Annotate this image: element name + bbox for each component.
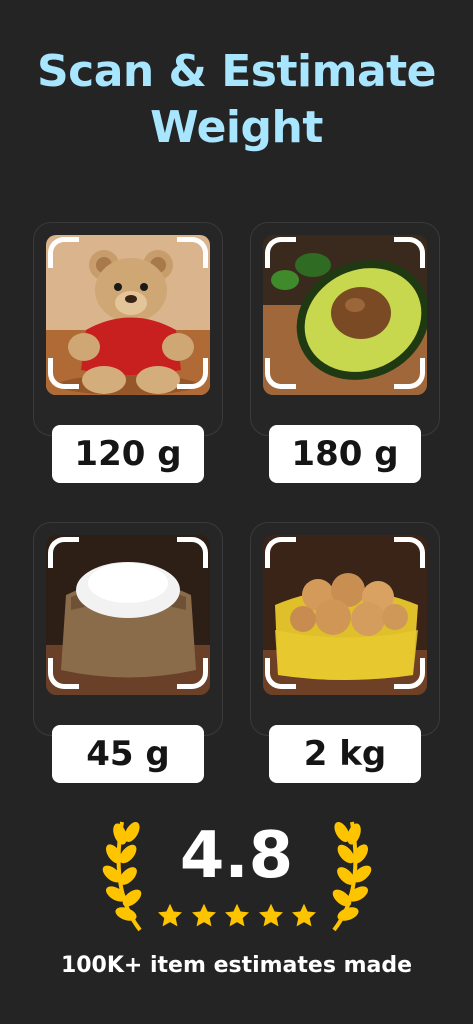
page-title: Scan & Estimate Weight (36, 46, 437, 153)
item-card-salt-sack: 45 g (33, 522, 223, 783)
scan-corner-icon (48, 537, 79, 568)
star-icon (224, 903, 250, 927)
scan-corner-icon (394, 537, 425, 568)
star-icon (258, 903, 283, 927)
scan-corner-icon (265, 237, 296, 268)
item-card-teddy-bear: 120 g (33, 222, 223, 483)
estimates-caption: 100K+ item estimates made (60, 953, 413, 978)
weight-label: 45 g (52, 725, 204, 783)
scan-corner-icon (48, 658, 79, 689)
scan-corner-icon (48, 237, 79, 268)
weight-label: 180 g (269, 425, 421, 483)
scan-corner-icon (394, 237, 425, 268)
scan-corner-icon (265, 658, 296, 689)
item-card-avocado: 180 g (250, 222, 440, 483)
scan-corner-icon (177, 537, 208, 568)
rating-value: 4.8 (179, 819, 294, 893)
star-rating (156, 902, 318, 932)
scan-corner-icon (177, 237, 208, 268)
item-card-potatoes: 2 kg (250, 522, 440, 783)
star-icon (157, 903, 183, 927)
scan-corner-icon (265, 537, 296, 568)
star-icon (191, 903, 216, 927)
weight-label: 2 kg (269, 725, 421, 783)
weight-label: 120 g (52, 425, 204, 483)
scan-corner-icon (48, 358, 79, 389)
scan-corner-icon (265, 358, 296, 389)
star-icon (291, 903, 317, 927)
